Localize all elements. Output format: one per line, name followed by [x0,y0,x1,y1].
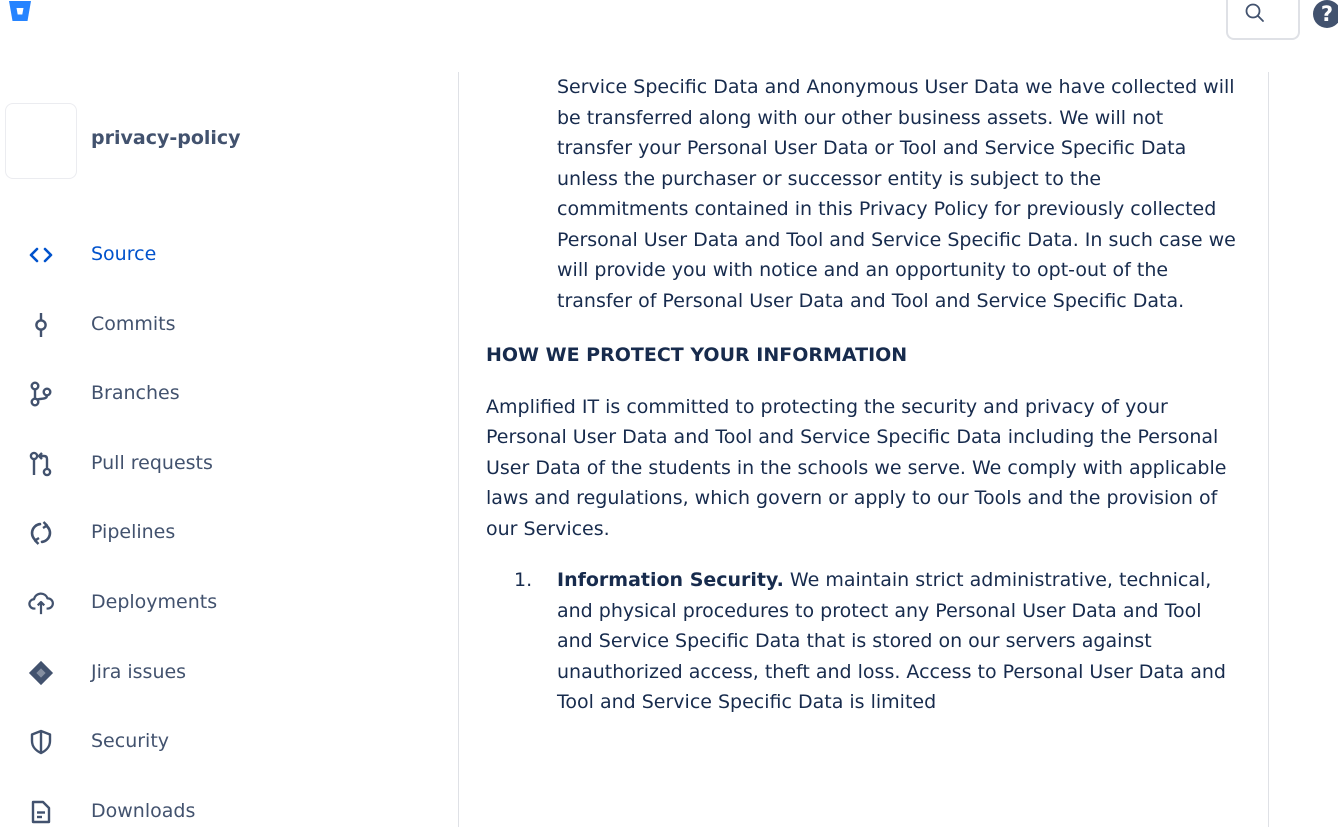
sidebar-item-label: Deployments [91,590,218,613]
pull-request-icon [28,451,54,477]
page: ? privacy-policy Source Commits Branches… [0,0,1338,827]
content-divider [1268,72,1269,827]
sidebar-divider [458,72,459,827]
sidebar-item-security[interactable]: Security [0,708,420,778]
repository-avatar[interactable] [5,103,77,179]
document-content: Service Specific Data and Anonymous User… [486,72,1256,718]
sidebar-item-label: Pipelines [91,521,176,544]
sidebar-item-pipelines[interactable]: Pipelines [0,499,420,569]
search-button[interactable] [1226,0,1300,40]
list-item-title: Information Security. [557,569,784,591]
section-heading: HOW WE PROTECT YOUR INFORMATION [486,344,908,366]
help-icon[interactable]: ? [1313,0,1338,28]
document-list: 1. Information Security. We maintain stri… [486,565,1256,718]
sidebar-item-source[interactable]: Source [0,221,420,291]
commits-icon [28,312,54,338]
sidebar-item-label: Pull requests [91,451,213,474]
sidebar-item-commits[interactable]: Commits [0,291,420,361]
deployments-icon [28,590,54,616]
sidebar-item-label: Commits [91,312,176,335]
sidebar-item-label: Source [91,243,157,265]
shield-icon [28,729,54,755]
sidebar-item-label: Branches [91,382,180,405]
sidebar-item-downloads[interactable]: Downloads [0,778,420,827]
repository-name[interactable]: privacy-policy [91,127,241,149]
pipelines-icon [28,520,54,546]
document-paragraph: Service Specific Data and Anonymous User… [557,76,1236,312]
sidebar-item-jira-issues[interactable]: Jira issues [0,639,420,709]
sidebar-item-label: Downloads [91,799,196,822]
source-icon [28,242,54,268]
document-paragraph: Amplified IT is committed to protecting … [486,395,1227,540]
sidebar-item-label: Security [91,730,170,753]
sidebar-item-branches[interactable]: Branches [0,360,420,430]
list-item-number: 1. [514,569,533,591]
branches-icon [28,381,54,407]
bitbucket-logo-icon[interactable] [8,0,32,22]
sidebar-item-pull-requests[interactable]: Pull requests [0,430,420,500]
search-icon [1245,3,1264,22]
sidebar-item-deployments[interactable]: Deployments [0,569,420,639]
downloads-icon [28,799,54,825]
jira-icon [28,660,54,686]
sidebar-nav: Source Commits Branches Pull requests Pi… [0,221,420,827]
sidebar-item-label: Jira issues [91,660,187,683]
list-item: 1. Information Security. We maintain stri… [514,565,1256,718]
